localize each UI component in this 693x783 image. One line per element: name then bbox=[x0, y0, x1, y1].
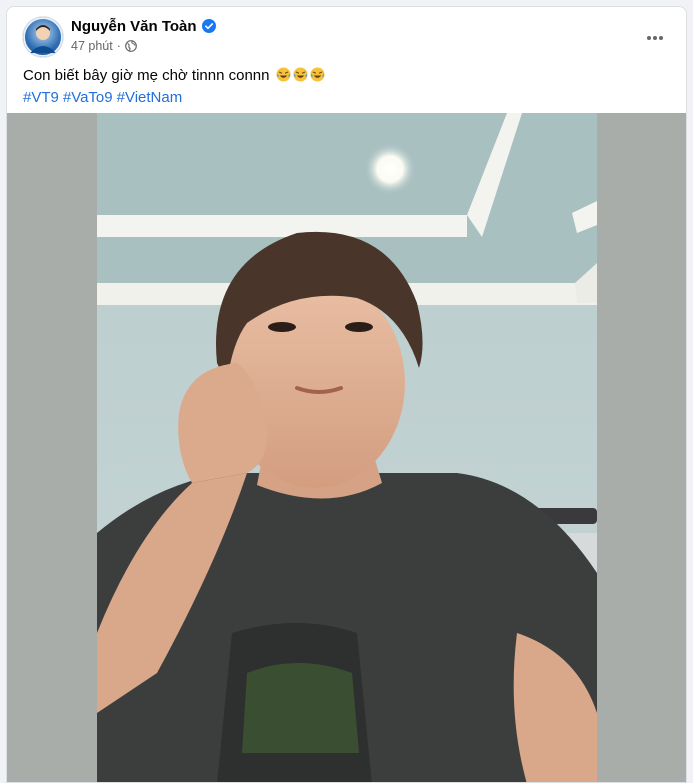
tears-of-joy-emoji-icon bbox=[276, 67, 291, 82]
verified-badge-icon bbox=[201, 19, 216, 33]
post-media[interactable] bbox=[7, 113, 686, 782]
avatar-image bbox=[23, 17, 63, 57]
hashtag-line: #VT9 #VaTo9 #VietNam bbox=[23, 87, 670, 109]
meta-separator: · bbox=[116, 39, 121, 53]
globe-icon[interactable] bbox=[124, 40, 137, 52]
post-text: Con biết bây giờ mẹ chờ tinnn connn bbox=[23, 67, 270, 84]
post-timestamp[interactable]: 47 phút bbox=[71, 39, 113, 53]
author-name[interactable]: Nguyễn Văn Toàn bbox=[71, 18, 197, 35]
more-horizontal-icon bbox=[647, 36, 663, 40]
post-text-line: Con biết bây giờ mẹ chờ tinnn connn bbox=[23, 65, 670, 87]
hashtag-link[interactable]: #VT9 bbox=[23, 89, 59, 106]
hashtag-link[interactable]: #VaTo9 bbox=[63, 89, 113, 106]
author-row: Nguyễn Văn Toàn bbox=[71, 16, 216, 36]
more-options-button[interactable] bbox=[638, 21, 672, 55]
post-header: Nguyễn Văn Toàn 47 phút · bbox=[7, 7, 686, 67]
tears-of-joy-emoji-icon bbox=[293, 67, 308, 82]
post-card: Nguyễn Văn Toàn 47 phút · Con biết bây g… bbox=[6, 6, 687, 783]
post-meta: 47 phút · bbox=[71, 38, 137, 54]
post-body: Con biết bây giờ mẹ chờ tinnn connn #VT9… bbox=[23, 65, 670, 109]
tears-of-joy-emoji-icon bbox=[310, 67, 325, 82]
selfie-photo bbox=[97, 113, 597, 782]
author-avatar[interactable] bbox=[23, 17, 63, 57]
hashtag-link[interactable]: #VietNam bbox=[117, 89, 183, 106]
